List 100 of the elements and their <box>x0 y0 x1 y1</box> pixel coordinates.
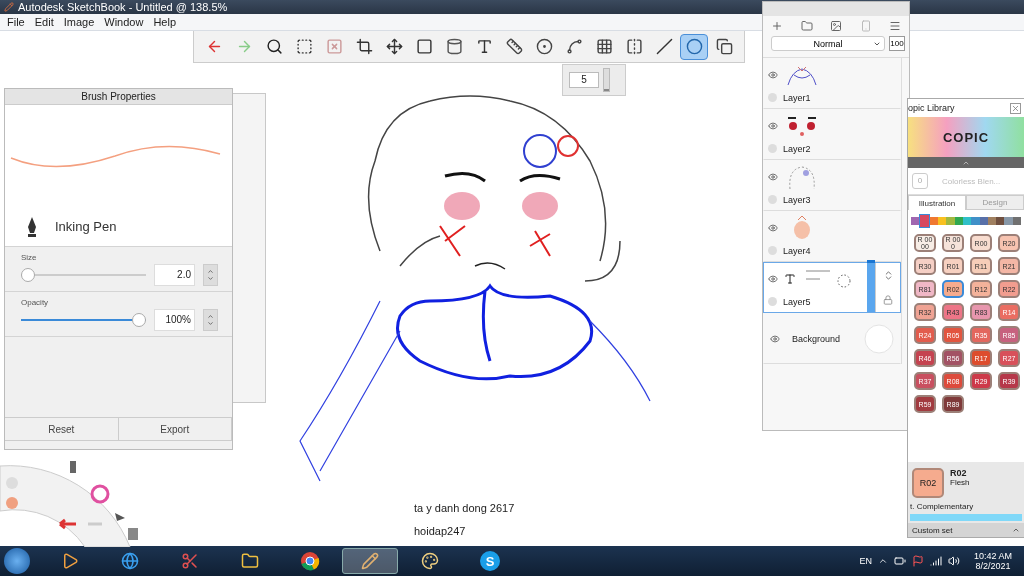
text-icon <box>475 38 493 55</box>
oval-icon <box>685 38 703 55</box>
color-family-chip[interactable] <box>962 217 972 225</box>
grid-icon <box>595 38 613 55</box>
slider-thumb[interactable] <box>21 267 35 282</box>
skype-letter: S <box>480 551 500 571</box>
caret-icon[interactable] <box>877 556 888 566</box>
curve-icon <box>565 38 583 55</box>
layer-name: Layer4 <box>783 245 811 256</box>
up-caret-icon[interactable] <box>207 312 214 320</box>
menu-item[interactable]: File <box>2 16 30 28</box>
background-thumbnail <box>864 323 894 354</box>
color-family-chip[interactable] <box>996 217 1005 225</box>
window-title: Autodesk SketchBook - Untitled @ 138.5% <box>18 1 228 13</box>
cylinder-icon <box>445 38 463 55</box>
eye-icon[interactable] <box>768 223 778 233</box>
blend-mode-dropdown[interactable]: Normal <box>771 36 885 51</box>
color-code: R02 <box>950 468 968 478</box>
current-color-chip: R02 <box>912 468 944 498</box>
radio-icon[interactable] <box>768 246 777 255</box>
value-field[interactable]: 100% <box>154 308 195 331</box>
value-field[interactable]: 2.0 <box>154 263 195 286</box>
clock-date: 8/2/2021 <box>975 561 1011 571</box>
radio-icon[interactable] <box>768 144 777 153</box>
color-family-chip[interactable] <box>979 217 988 225</box>
add-layer-button[interactable] <box>771 20 783 32</box>
round-logo-icon <box>300 551 320 571</box>
ellipse-icon <box>535 38 553 55</box>
color-family-chip[interactable] <box>1004 217 1013 225</box>
menu-item[interactable]: Window <box>99 16 149 28</box>
color-family-chip[interactable] <box>954 217 963 225</box>
color-family-chip[interactable] <box>946 217 955 225</box>
dashed-square-icon <box>295 38 313 55</box>
flag-icon[interactable] <box>911 555 924 567</box>
search-icon <box>265 38 283 55</box>
slider-thumb[interactable] <box>132 312 146 327</box>
layer-name: Layer2 <box>783 143 811 154</box>
lock-icon[interactable] <box>883 295 893 305</box>
panel-title: Brush Properties <box>5 89 232 105</box>
color-family-chip[interactable] <box>1012 217 1022 225</box>
clock-time: 10:42 AM <box>973 551 1012 561</box>
square-icon <box>415 38 433 55</box>
globe-icon <box>121 552 139 570</box>
close-icon[interactable] <box>1010 102 1021 114</box>
eye-icon[interactable] <box>768 274 778 284</box>
layer-name: Layer5 <box>783 296 811 307</box>
down-caret-icon[interactable] <box>207 274 214 282</box>
panel-title: opic Library <box>908 103 955 113</box>
size-field[interactable]: 5 <box>569 72 599 88</box>
menu-button[interactable] <box>889 20 901 32</box>
start-button[interactable] <box>4 548 30 574</box>
radio-icon[interactable] <box>768 195 777 204</box>
color-family-chip[interactable] <box>919 214 930 228</box>
caret-icon[interactable] <box>1012 526 1020 534</box>
eye-icon[interactable] <box>768 121 778 131</box>
eye-icon[interactable] <box>768 70 778 80</box>
folder-icon <box>241 552 259 570</box>
image-button[interactable] <box>830 20 842 32</box>
palette-icon <box>421 552 439 570</box>
size-slider[interactable] <box>603 68 610 92</box>
color-family-chip[interactable] <box>971 217 980 225</box>
color-family-chip[interactable] <box>987 217 997 225</box>
color-family-chip[interactable] <box>911 217 920 225</box>
move-icon <box>385 38 403 55</box>
language-indicator[interactable]: EN <box>859 556 872 566</box>
color-family-chip[interactable] <box>937 217 947 225</box>
play-icon <box>61 552 79 570</box>
tab[interactable]: Illustration <box>908 195 966 210</box>
crop-icon <box>355 38 373 55</box>
menu-item[interactable]: Image <box>58 16 100 28</box>
canvas-text: hoidap247 <box>414 525 466 537</box>
complementary-label: t. Complementary <box>909 501 975 513</box>
layer-row[interactable]: Layer5 <box>763 262 901 313</box>
folder-button[interactable] <box>800 20 813 32</box>
color-family-chip[interactable] <box>929 217 938 225</box>
square-x-icon <box>325 38 343 55</box>
down-caret-icon[interactable] <box>207 319 214 327</box>
menu-item[interactable]: Edit <box>29 16 59 28</box>
copy-icon <box>715 38 733 55</box>
radio-icon[interactable] <box>768 93 777 102</box>
layer-name: Layer1 <box>783 92 811 103</box>
app-icon <box>4 2 14 12</box>
stepper[interactable] <box>203 263 218 286</box>
menu-item[interactable]: Help <box>148 16 182 28</box>
speaker-icon[interactable] <box>947 555 960 567</box>
text-icon <box>784 273 796 285</box>
blender-name: Colorless Blen... <box>942 176 1001 186</box>
opacity-button[interactable]: 100 <box>889 36 905 51</box>
color-name: Flesh <box>950 478 970 487</box>
stepper[interactable] <box>203 308 218 331</box>
radio-icon[interactable] <box>768 297 777 306</box>
eye-icon[interactable] <box>770 333 780 344</box>
canvas-text: ta y danh dong 2617 <box>414 502 515 514</box>
up-caret-icon[interactable] <box>207 267 214 275</box>
layer-name: Background <box>792 333 841 344</box>
pencil-icon <box>361 552 379 570</box>
custom-set-label: Custom set <box>912 525 953 535</box>
eye-icon[interactable] <box>768 172 778 182</box>
slider-label: Size <box>21 252 38 262</box>
layer-name: Layer3 <box>783 194 811 205</box>
